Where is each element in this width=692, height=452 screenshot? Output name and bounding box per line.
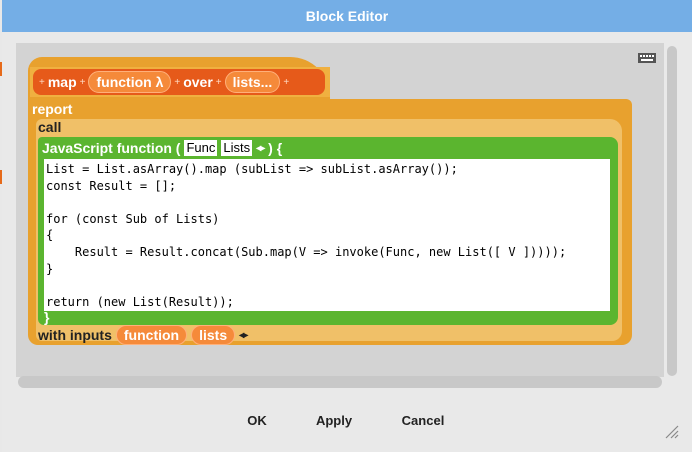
input-slot-function[interactable]: function λ	[88, 71, 172, 93]
apply-button[interactable]: Apply	[308, 410, 360, 432]
arrows-icon[interactable]: ◂▸	[256, 143, 265, 154]
javascript-code-editor[interactable]: List = List.asArray().map (subList => su…	[44, 159, 610, 311]
add-input-icon[interactable]: +	[174, 77, 180, 88]
variable-lists[interactable]: lists	[191, 325, 236, 345]
prototype-word-map[interactable]: map	[48, 74, 77, 90]
dialog-buttons: OK Apply Cancel	[2, 410, 692, 434]
block-editor-dialog: Block Editor + map + function λ + over +…	[2, 0, 692, 452]
vertical-scrollbar[interactable]	[667, 46, 677, 376]
call-block[interactable]: call JavaScript function ( Func Lists ◂▸…	[36, 119, 622, 345]
dialog-title-bar[interactable]: Block Editor	[2, 0, 692, 32]
param-slot-lists[interactable]: Lists	[221, 140, 253, 156]
param-slot-func[interactable]: Func	[184, 140, 218, 156]
javascript-function-block[interactable]: JavaScript function ( Func Lists ◂▸ ) { …	[38, 137, 618, 325]
add-input-icon[interactable]: +	[283, 77, 289, 88]
report-block[interactable]: report call JavaScript function ( Func L…	[28, 99, 632, 345]
input-slot-lists[interactable]: lists...	[224, 71, 281, 93]
report-label: report	[32, 101, 73, 117]
arrows-icon[interactable]: ◂▸	[239, 330, 248, 341]
horizontal-scrollbar[interactable]	[18, 376, 662, 388]
javascript-function-header: JavaScript function ( Func Lists ◂▸ ) {	[42, 139, 282, 157]
js-function-close: }	[44, 309, 50, 325]
js-function-open: ) {	[268, 140, 283, 156]
variable-function[interactable]: function	[115, 325, 188, 345]
ok-button[interactable]: OK	[236, 410, 278, 432]
with-inputs-label: with inputs	[38, 327, 112, 343]
js-function-label: JavaScript function (	[42, 140, 181, 156]
prototype-word-over[interactable]: over	[183, 74, 213, 90]
keyboard-icon[interactable]	[638, 53, 656, 63]
resize-handle-icon[interactable]	[662, 422, 680, 440]
custom-block-prototype[interactable]: + map + function λ + over + lists... +	[33, 69, 325, 95]
with-inputs-row: with inputs function lists ◂▸	[38, 325, 248, 345]
add-input-icon[interactable]: +	[216, 77, 222, 88]
cancel-button[interactable]: Cancel	[392, 410, 454, 432]
add-input-icon[interactable]: +	[80, 77, 86, 88]
dialog-title: Block Editor	[305, 8, 389, 24]
script-area[interactable]: + map + function λ + over + lists... + r…	[16, 43, 664, 377]
add-input-icon[interactable]: +	[39, 77, 45, 88]
call-label: call	[38, 119, 62, 135]
